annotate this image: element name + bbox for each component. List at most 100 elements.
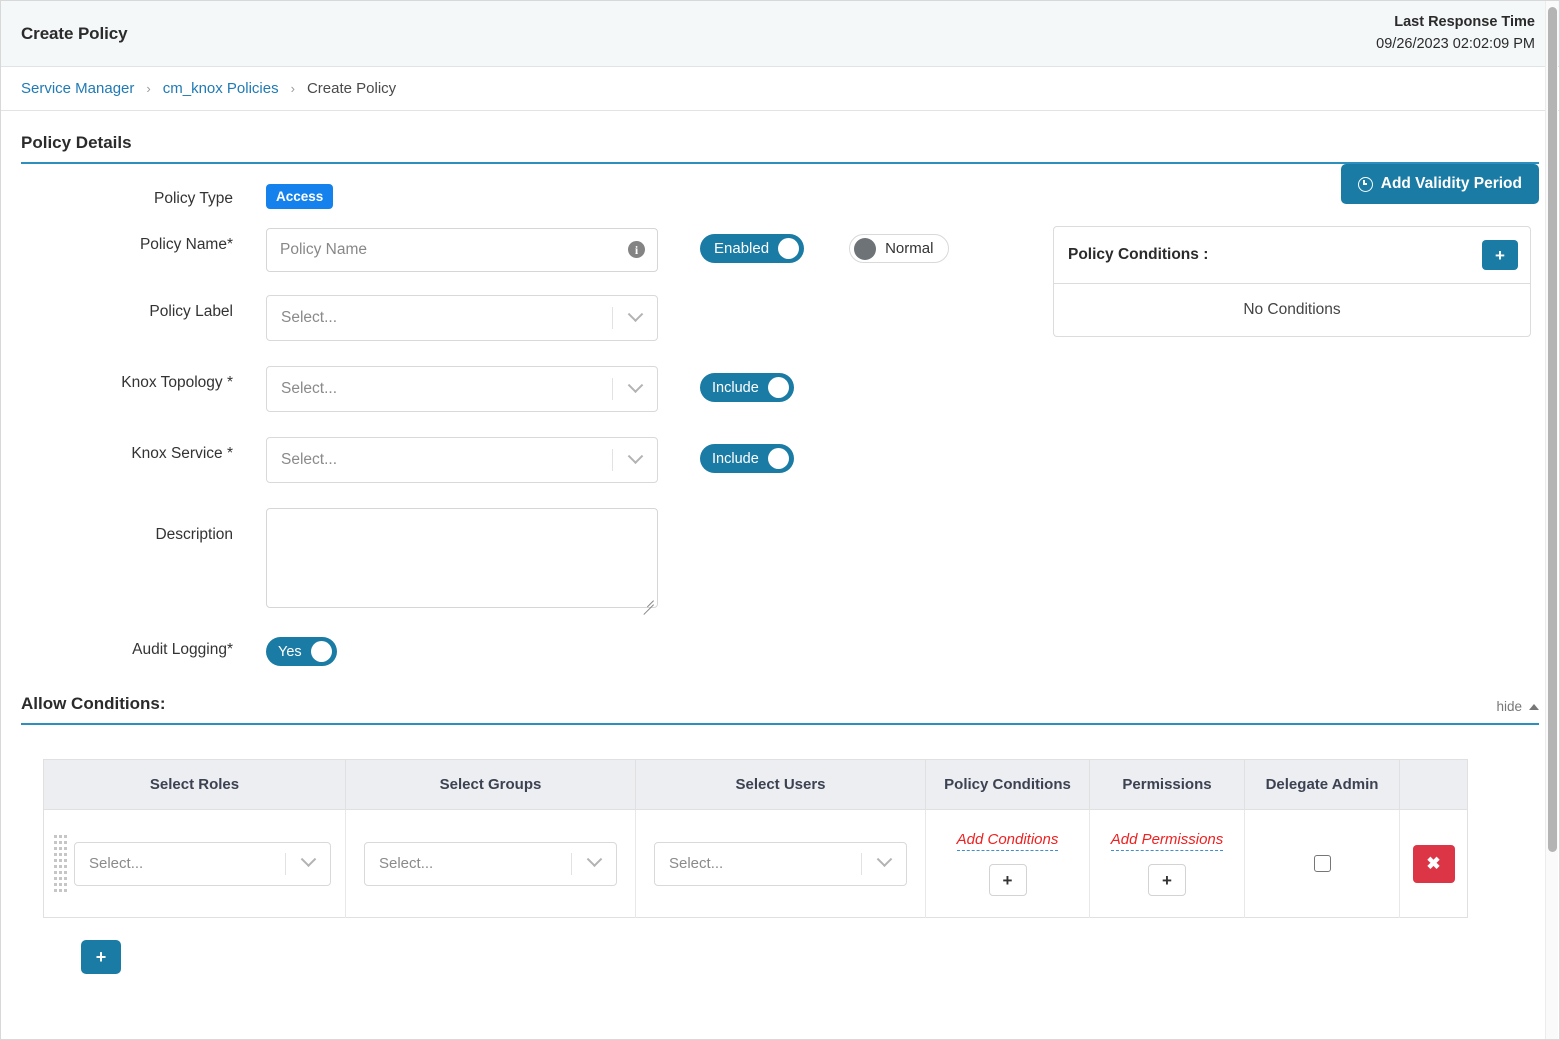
chevron-up-icon	[1529, 704, 1539, 710]
knox-topology-include-toggle[interactable]: Include	[700, 373, 794, 402]
policy-name-label: Policy Name*	[21, 228, 266, 254]
policy-name-toggles: Enabled Normal	[700, 228, 949, 263]
select-roles-dropdown[interactable]: Select...	[74, 842, 331, 886]
policy-label-select[interactable]: Select...	[266, 295, 658, 341]
allow-conditions-title: Allow Conditions:	[21, 694, 165, 714]
add-permissions-plus-button[interactable]: +	[1148, 864, 1186, 896]
column-header-select-roles: Select Roles	[44, 760, 346, 810]
info-icon[interactable]: i	[628, 241, 645, 258]
policy-normal-toggle-label: Normal	[885, 240, 933, 257]
chevron-down-icon[interactable]	[613, 313, 657, 324]
policy-type-badge: Access	[266, 184, 333, 209]
page-title: Create Policy	[21, 24, 127, 44]
allow-conditions-table-wrap: Select Roles Select Groups Select Users …	[43, 759, 1539, 974]
cell-delegate-admin	[1245, 810, 1400, 918]
description-control	[266, 508, 658, 613]
toggle-knob	[768, 448, 789, 469]
add-allow-condition-row-button[interactable]: +	[81, 940, 121, 974]
knox-topology-toggle-wrap: Include	[700, 366, 794, 402]
chevron-down-icon[interactable]	[862, 858, 906, 869]
knox-service-include-toggle[interactable]: Include	[700, 444, 794, 473]
clock-icon	[1358, 177, 1373, 192]
knox-service-label: Knox Service *	[21, 437, 266, 463]
add-validity-period-button[interactable]: Add Validity Period	[1341, 164, 1539, 204]
page-header: Create Policy Last Response Time 09/26/2…	[1, 1, 1559, 67]
cell-select-roles: Select...	[44, 810, 346, 918]
column-header-delegate-admin: Delegate Admin	[1245, 760, 1400, 810]
audit-logging-toggle[interactable]: Yes	[266, 637, 337, 666]
policy-details-form: Add Validity Period Policy Conditions : …	[21, 164, 1539, 666]
chevron-down-icon[interactable]	[613, 455, 657, 466]
policy-conditions-panel-title: Policy Conditions :	[1068, 246, 1208, 264]
description-textarea[interactable]	[266, 508, 658, 608]
cell-permissions: Add Permissions +	[1090, 810, 1245, 918]
policy-conditions-empty-state: No Conditions	[1054, 284, 1530, 336]
audit-logging-control: Yes	[266, 635, 337, 666]
chevron-down-icon[interactable]	[572, 858, 616, 869]
table-row: Select... Select...	[44, 810, 1468, 918]
allow-conditions-hide-toggle[interactable]: hide	[1496, 699, 1539, 714]
policy-normal-toggle[interactable]: Normal	[849, 234, 949, 263]
breadcrumb-separator-1: ›	[146, 81, 150, 96]
knox-service-toggle-wrap: Include	[700, 437, 794, 473]
select-groups-value: Select...	[365, 855, 571, 872]
allow-conditions-header: Allow Conditions: hide	[21, 694, 1539, 725]
policy-name-control: i	[266, 228, 658, 272]
drag-handle-icon[interactable]	[52, 835, 74, 892]
knox-topology-select[interactable]: Select...	[266, 366, 658, 412]
column-header-select-groups: Select Groups	[346, 760, 636, 810]
breadcrumb-item-create-policy: Create Policy	[307, 80, 396, 97]
toggle-knob	[854, 238, 876, 260]
breadcrumb-item-service-manager[interactable]: Service Manager	[21, 80, 134, 97]
select-groups-dropdown[interactable]: Select...	[364, 842, 617, 886]
knox-topology-select-value: Select...	[267, 380, 612, 398]
hide-label: hide	[1496, 699, 1522, 714]
column-header-policy-conditions: Policy Conditions	[926, 760, 1090, 810]
column-header-select-users: Select Users	[636, 760, 926, 810]
policy-type-label: Policy Type	[21, 182, 266, 208]
row-knox-topology: Knox Topology * Select... Include	[21, 366, 1539, 412]
add-conditions-plus-button[interactable]: +	[989, 864, 1027, 896]
column-header-actions	[1400, 760, 1468, 810]
row-audit-logging: Audit Logging* Yes	[21, 635, 1539, 666]
policy-name-input[interactable]	[266, 228, 658, 272]
select-users-dropdown[interactable]: Select...	[654, 842, 907, 886]
knox-service-select[interactable]: Select...	[266, 437, 658, 483]
select-users-value: Select...	[655, 855, 861, 872]
cell-select-users: Select...	[636, 810, 926, 918]
knox-service-select-value: Select...	[267, 451, 612, 469]
policy-type-control: Access	[266, 182, 333, 209]
add-permissions-link[interactable]: Add Permissions	[1111, 831, 1224, 851]
toggle-knob	[768, 377, 789, 398]
row-policy-type: Policy Type Access	[21, 182, 1539, 209]
last-response-time-value: 09/26/2023 02:02:09 PM	[1376, 34, 1535, 55]
breadcrumb-separator-2: ›	[291, 81, 295, 96]
row-knox-service: Knox Service * Select... Include	[21, 437, 1539, 483]
last-response-time-block: Last Response Time 09/26/2023 02:02:09 P…	[1376, 12, 1535, 54]
breadcrumb-item-cm-knox-policies[interactable]: cm_knox Policies	[163, 80, 279, 97]
vertical-scrollbar-thumb[interactable]	[1548, 7, 1557, 852]
toggle-knob	[778, 238, 799, 259]
knox-service-control: Select...	[266, 437, 658, 483]
allow-conditions-table: Select Roles Select Groups Select Users …	[43, 759, 1468, 918]
chevron-down-icon[interactable]	[286, 858, 330, 869]
delete-row-button[interactable]: ✖	[1413, 845, 1455, 883]
policy-conditions-panel: Policy Conditions : + No Conditions	[1053, 226, 1531, 337]
cell-actions: ✖	[1400, 810, 1468, 918]
policy-label-label: Policy Label	[21, 295, 266, 321]
add-policy-condition-button[interactable]: +	[1482, 240, 1518, 270]
last-response-time-label: Last Response Time	[1376, 12, 1535, 33]
knox-topology-label: Knox Topology *	[21, 366, 266, 392]
policy-enabled-toggle-label: Enabled	[714, 240, 769, 257]
chevron-down-icon[interactable]	[613, 384, 657, 395]
breadcrumb: Service Manager › cm_knox Policies › Cre…	[1, 67, 1559, 111]
policy-details-title: Policy Details	[21, 133, 132, 153]
knox-topology-include-label: Include	[712, 380, 759, 396]
add-conditions-link[interactable]: Add Conditions	[957, 831, 1059, 851]
column-header-permissions: Permissions	[1090, 760, 1245, 810]
policy-enabled-toggle[interactable]: Enabled	[700, 234, 804, 263]
policy-conditions-panel-header: Policy Conditions : +	[1054, 227, 1530, 284]
policy-label-select-value: Select...	[267, 309, 612, 327]
vertical-scrollbar[interactable]	[1545, 1, 1558, 1039]
delegate-admin-checkbox[interactable]	[1314, 855, 1331, 872]
